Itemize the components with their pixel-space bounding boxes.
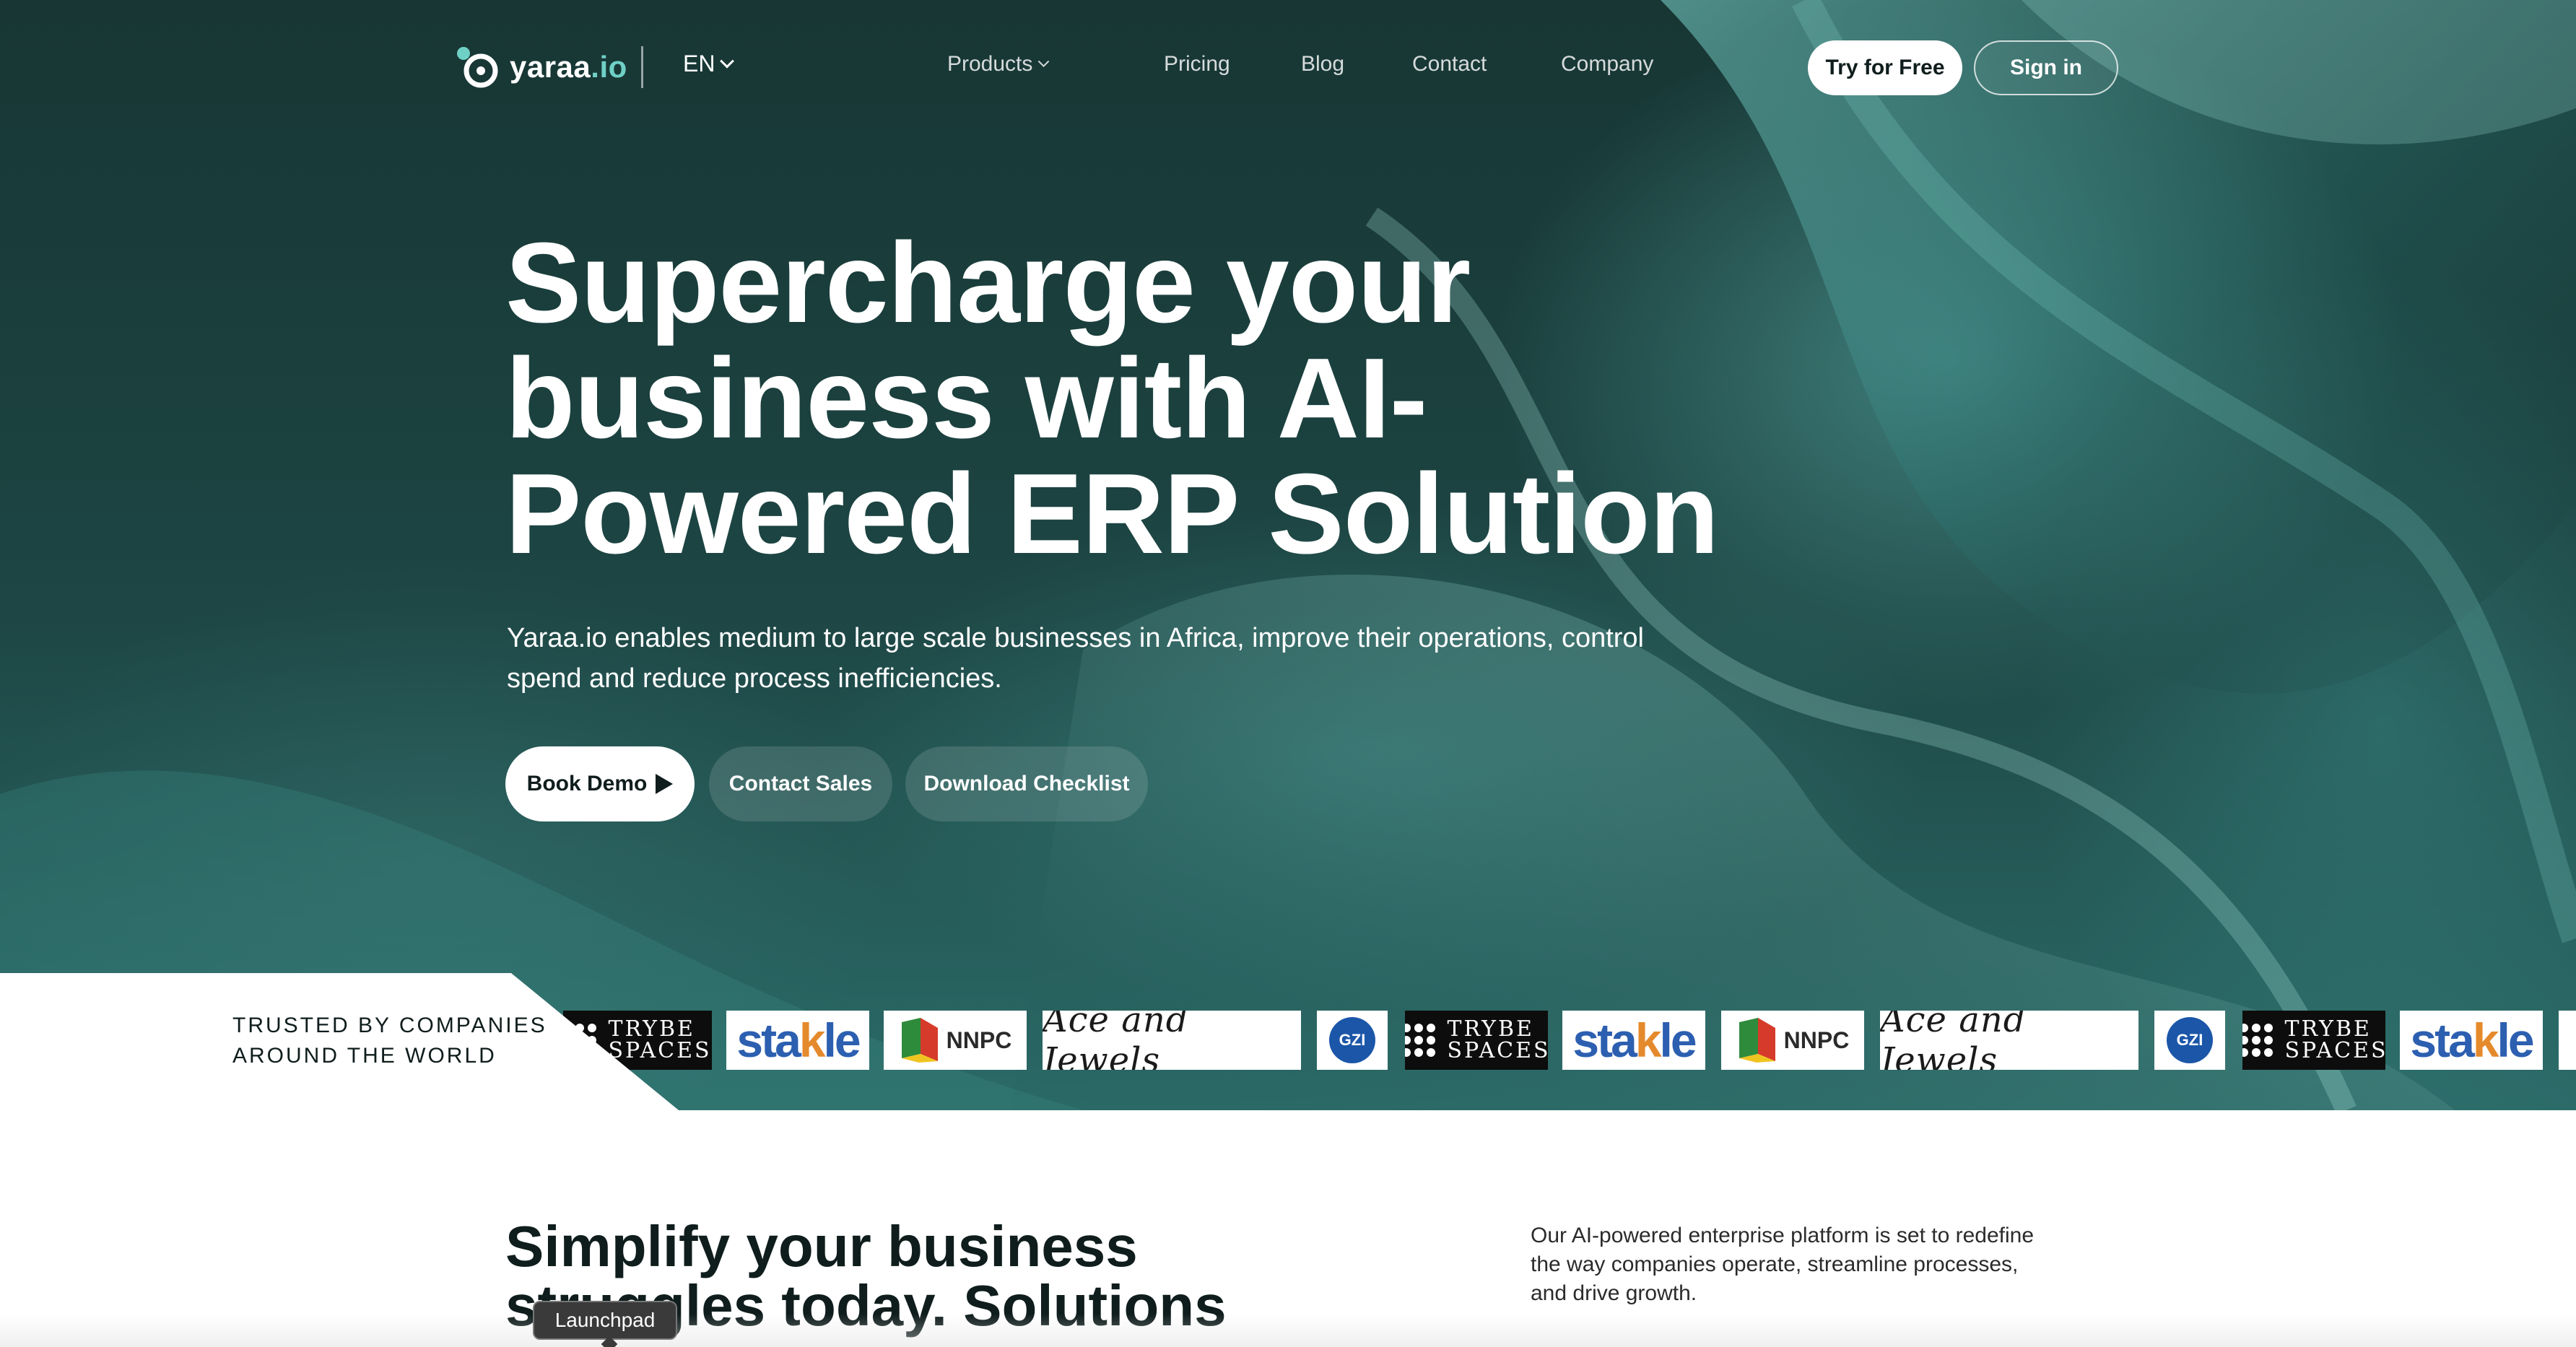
nav-company-label: Company (1561, 52, 1654, 76)
chevron-down-icon (1038, 55, 1050, 67)
main-nav: Products Pricing Blog Contact Company (947, 52, 1653, 77)
book-demo-button[interactable]: Book Demo (505, 746, 695, 821)
trusted-label-line: TRUSTED BY COMPANIES (232, 1013, 547, 1037)
nav-contact-label: Contact (1412, 52, 1487, 76)
nnpc-logo: NNPC (1721, 1011, 1864, 1070)
sign-in-button[interactable]: Sign in (1974, 40, 2118, 95)
gzi-logo: GZI (2154, 1011, 2225, 1070)
contact-sales-button[interactable]: Contact Sales (709, 746, 892, 821)
trybe-line2: SPACES (2284, 1038, 2385, 1063)
nav-pricing[interactable]: Pricing (1164, 52, 1301, 77)
ace-and-jewels-logo: Ace and Jewels (1043, 1011, 1301, 1070)
hero-subtext: Yaraa.io enables medium to large scale b… (507, 618, 1734, 699)
gzi-text: GZI (1329, 1017, 1375, 1063)
nav-products[interactable]: Products (947, 52, 1164, 77)
hero-section: yaraa.io EN Products Pricing Blog Contac… (0, 0, 2576, 1110)
trusted-label-line: AROUND THE WORLD (232, 1044, 497, 1068)
hero-headline: Supercharge your business with AI- Power… (505, 225, 1733, 572)
hero-headline-line: business with AI- (505, 335, 1427, 462)
gzi-text: GZI (2167, 1017, 2213, 1063)
language-label: EN (683, 51, 715, 77)
nnpc-text: NNPC (946, 1026, 1012, 1053)
hero-headline-line: Powered ERP Solution (505, 450, 1719, 577)
nav-blog[interactable]: Blog (1301, 52, 1412, 77)
play-icon (656, 774, 674, 794)
nav-company[interactable]: Company (1561, 52, 1653, 77)
ace-and-jewels-text: Ace and Jewels (1043, 1011, 1189, 1070)
gzi-logo: GZI (1317, 1011, 1388, 1070)
yaraa-logo-icon (457, 47, 498, 88)
brand-name: yaraa.io (510, 50, 627, 84)
trybe-spaces-logo: TRYBE SPACES (2242, 1011, 2385, 1070)
try-for-free-button[interactable]: Try for Free (1808, 40, 1962, 95)
language-selector[interactable]: EN (683, 51, 735, 77)
trusted-by-label: TRUSTED BY COMPANIES AROUND THE WORLD (232, 1011, 547, 1071)
nav-pricing-label: Pricing (1164, 52, 1230, 76)
partner-logo-partial (2559, 1011, 2576, 1070)
stakle-logo: stakle (1562, 1011, 1705, 1070)
hero-subtext-line: spend and reduce process inefficiencies. (507, 663, 1002, 694)
trybe-line1: TRYBE (1447, 1016, 1534, 1042)
trybe-line2: SPACES (1447, 1038, 1548, 1063)
nav-blog-label: Blog (1301, 52, 1345, 76)
section-description-line: the way companies operate, streamline pr… (1531, 1252, 2019, 1276)
section-description: Our AI-powered enterprise platform is se… (1531, 1221, 2123, 1308)
section-description-line: and drive growth. (1531, 1281, 1697, 1305)
brand-logo[interactable]: yaraa.io (453, 40, 627, 94)
trybe-line1: TRYBE (2284, 1016, 2372, 1042)
section-description-line: Our AI-powered enterprise platform is se… (1531, 1224, 2035, 1247)
trybe-spaces-logo: TRYBE SPACES (1405, 1011, 1548, 1070)
launchpad-tooltip: Launchpad (533, 1301, 677, 1340)
ace-and-jewels-text: Ace and Jewels (1880, 1011, 2027, 1070)
bottom-fade (0, 1314, 2576, 1347)
section-title-line: Simplify your business (505, 1214, 1138, 1278)
stakle-logo: stakle (2400, 1011, 2543, 1070)
nav-contact[interactable]: Contact (1412, 52, 1561, 77)
hero-subtext-line: Yaraa.io enables medium to large scale b… (507, 623, 1644, 653)
chevron-down-icon (720, 53, 735, 69)
nav-products-label: Products (947, 52, 1033, 76)
stakle-logo: stakle (726, 1011, 869, 1070)
book-demo-label: Book Demo (526, 772, 648, 795)
nav-divider (641, 46, 643, 88)
download-checklist-button[interactable]: Download Checklist (905, 746, 1148, 821)
partner-logo-strip: TRYBE SPACES stakle NNPC Ace and Jewels G… (563, 1011, 2576, 1071)
nnpc-logo: NNPC (884, 1011, 1027, 1070)
hero-headline-line: Supercharge your (505, 219, 1471, 346)
ace-and-jewels-logo: Ace and Jewels (1880, 1011, 2138, 1070)
nnpc-text: NNPC (1783, 1026, 1850, 1053)
